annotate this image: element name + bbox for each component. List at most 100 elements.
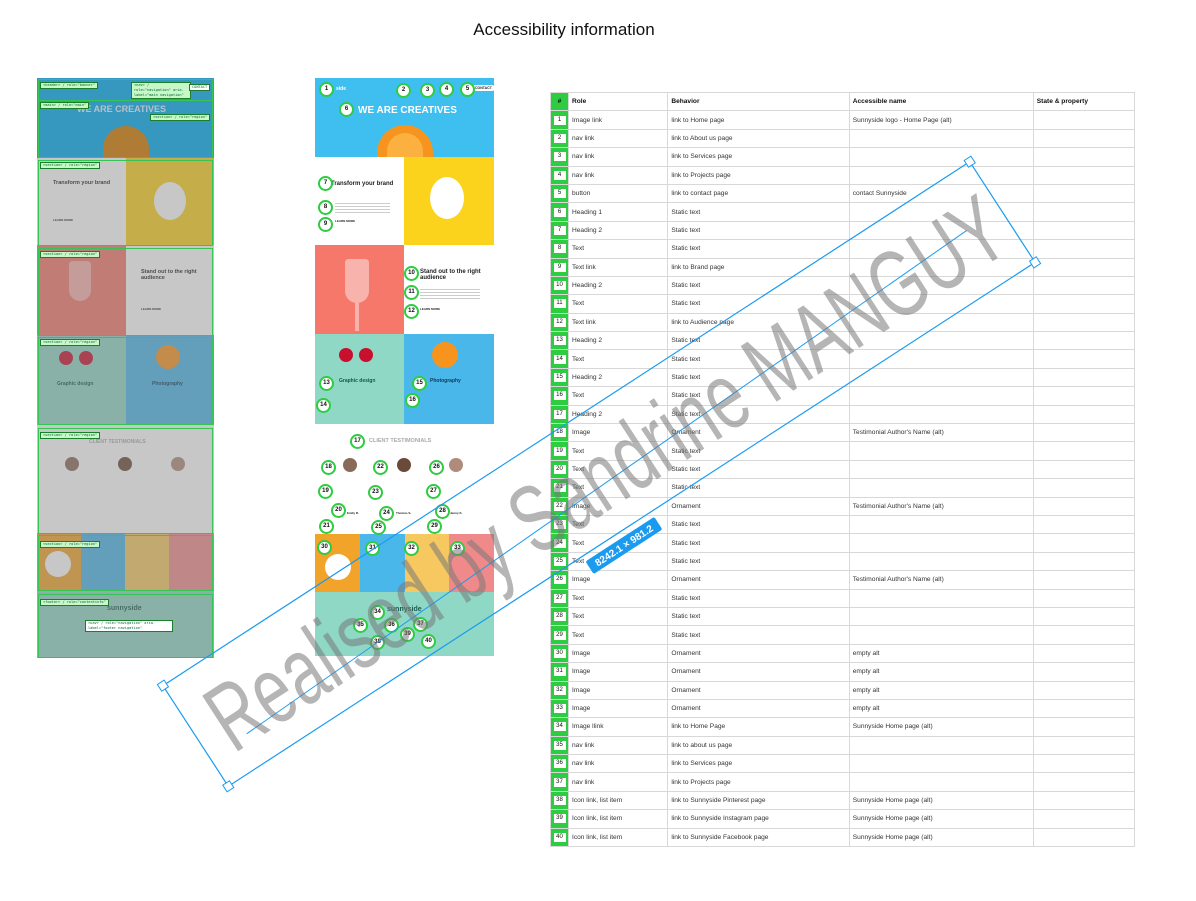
marker-8: 8 [318, 200, 333, 215]
footer-block: sunnyside [315, 592, 494, 656]
marker-29: 29 [427, 519, 442, 534]
role-cell: Heading 2 [567, 367, 669, 388]
state-cell [1032, 735, 1136, 756]
accessible-name-cell [848, 441, 1034, 461]
row-number-cell: 10 [550, 275, 569, 296]
marker-30: 30 [317, 540, 332, 555]
behavior-cell: Ornament [667, 680, 850, 700]
row-number-cell: 33 [550, 698, 569, 719]
marker-18: 18 [321, 460, 336, 475]
accessible-name-cell [848, 478, 1034, 498]
behavior-cell: Static text [667, 478, 850, 498]
tag-main: <main> / role="main" [40, 102, 90, 109]
table-row: 3 nav link link to Services page [550, 147, 1136, 167]
resize-handle[interactable] [222, 780, 235, 793]
learn-more-link[interactable]: LEARN MORE [335, 219, 355, 223]
behavior-cell: link to Brand page [667, 257, 850, 277]
accessible-name-cell [848, 588, 1034, 608]
row-number-cell: 37 [550, 772, 569, 792]
accessible-name-cell [848, 349, 1034, 369]
row-number-cell: 40 [550, 827, 569, 848]
marker-38: 38 [370, 635, 385, 650]
marker-40: 40 [421, 634, 436, 649]
state-cell [1032, 312, 1136, 333]
accessible-name-cell [848, 625, 1034, 645]
table-row: 33 Image Ornament empty alt [550, 698, 1136, 719]
accessible-name-cell [848, 275, 1034, 296]
behavior-cell: Ornament [667, 570, 850, 590]
row-number: 23 [553, 520, 566, 530]
row-number-cell: 18 [550, 423, 569, 443]
row-number-cell: 15 [550, 367, 569, 388]
accessible-name-cell [848, 331, 1034, 351]
table-row: 19 Text Static text [550, 441, 1136, 461]
behavior-cell: Static text [667, 533, 850, 553]
state-cell [1032, 147, 1136, 167]
accessible-name-cell: Sunnyside Home page (alt) [848, 790, 1034, 811]
accessible-name-cell [848, 147, 1034, 167]
landmark-mockup: WE ARE CREATIVES Transform your brand LE… [37, 78, 214, 658]
learn-more-link-2[interactable]: LEARN MORE [420, 307, 440, 311]
table-row: 23 Text Static text [550, 514, 1136, 535]
table-row: 39 Icon link, list item link to Sunnyside… [550, 809, 1136, 829]
marker-28: 28 [435, 504, 450, 519]
behavior-cell: link to Projects page [667, 165, 850, 185]
state-cell [1032, 496, 1136, 516]
tag-nav-footer: <nav> / role="navigation" aria-label="fo… [85, 620, 173, 632]
table-row: 38 Icon link, list item link to Sunnyside … [550, 790, 1136, 811]
behavior-cell: link to Sunnyside Pinterest page [667, 790, 850, 811]
footer-logo: sunnyside [387, 606, 422, 613]
behavior-cell: link to Home Page [667, 717, 850, 737]
row-number-cell: 5 [550, 183, 569, 204]
accessible-name-cell: contact Sunnyside [848, 183, 1034, 204]
site-logo[interactable]: side [336, 86, 346, 92]
table-row: 15 Heading 2 Static text [550, 367, 1136, 388]
table-row: 17 Heading 2 Static text [550, 404, 1136, 425]
table-row: 26 Image Ornament Testimonial Author's Name… [550, 570, 1136, 590]
behavior-cell: Static text [667, 275, 850, 296]
marker-35: 35 [353, 618, 368, 633]
role-cell: Image [567, 423, 669, 443]
state-cell [1032, 239, 1136, 259]
role-cell: Text [567, 533, 669, 553]
table-row: 29 Text Static text [550, 625, 1136, 645]
row-number: 17 [553, 409, 566, 419]
testimonials-heading: CLIENT TESTIMONIALS [369, 438, 432, 444]
state-cell [1032, 275, 1136, 296]
tag-header: <header> / role="banner" [40, 82, 98, 89]
behavior-cell: Static text [667, 588, 850, 608]
marker-11: 11 [404, 285, 419, 300]
behavior-cell: Static text [667, 239, 850, 259]
marker-15: 15 [412, 376, 427, 391]
row-number-cell: 23 [550, 514, 569, 535]
accessible-name-cell [848, 367, 1034, 388]
column-header: Role [567, 91, 669, 112]
avatar [343, 458, 357, 472]
row-number-cell: 31 [550, 662, 569, 682]
row-number: 39 [553, 814, 566, 824]
row-number: 10 [553, 281, 566, 291]
marker-24: 24 [379, 506, 394, 521]
accessible-name-cell: Sunnyside Home page (alt) [848, 809, 1034, 829]
row-number-cell: 34 [550, 717, 569, 737]
accessible-name-cell [848, 128, 1034, 149]
behavior-cell: link to contact page [667, 183, 850, 204]
accessible-name-cell [848, 312, 1034, 333]
role-cell: Text [567, 349, 669, 369]
row-number: 22 [553, 501, 566, 511]
row-number: 33 [553, 704, 566, 714]
row-number: 20 [553, 465, 566, 474]
accessible-name-cell [848, 551, 1034, 572]
accessible-name-cell: empty alt [848, 698, 1034, 719]
role-cell: button [567, 183, 669, 204]
tag-section-2: <section> / role="region" [40, 162, 101, 169]
accessible-name-cell [848, 165, 1034, 185]
contact-button[interactable]: CONTACT [472, 85, 495, 91]
transform-heading: Transform your brand [331, 181, 394, 187]
table-row: 7 Heading 2 Static text [550, 220, 1136, 241]
row-number: 28 [553, 612, 566, 622]
resize-handle[interactable] [156, 679, 170, 692]
accessible-name-cell [848, 239, 1034, 259]
author-name: Jenny K. [450, 511, 463, 515]
behavior-cell: Static text [667, 551, 850, 572]
